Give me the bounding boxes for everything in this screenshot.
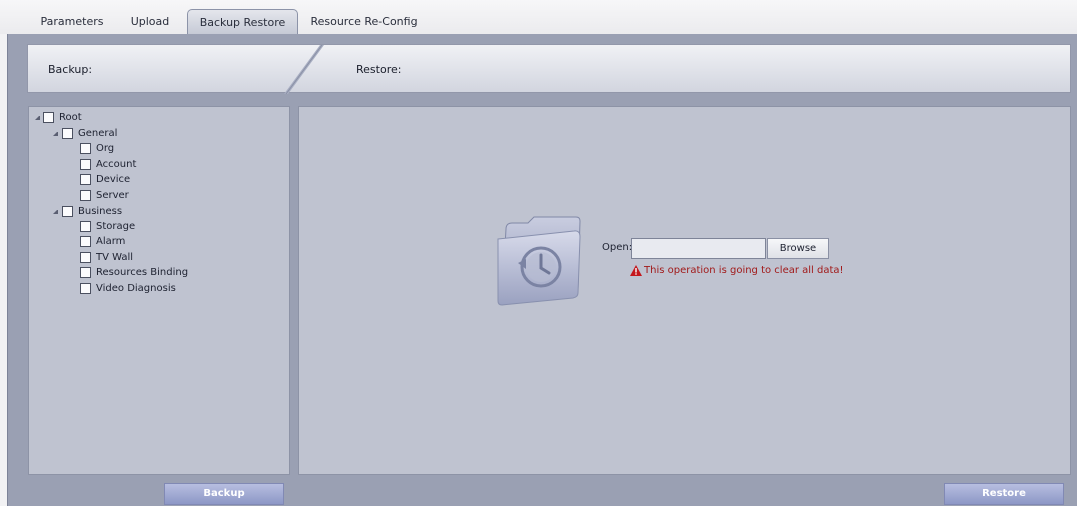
tab-resource-re-config[interactable]: Resource Re-Config	[306, 9, 422, 34]
root-checkbox[interactable]	[43, 112, 54, 123]
expand-arrow-icon[interactable]	[35, 115, 40, 120]
business-checkbox[interactable]	[62, 206, 73, 217]
resources-binding-checkbox[interactable]	[80, 267, 91, 278]
tree-node-label: Storage	[96, 221, 136, 232]
backup-section-title: Backup:	[48, 63, 93, 76]
warning-message: This operation is going to clear all dat…	[644, 265, 844, 276]
open-label: Open:	[602, 242, 633, 253]
backup-button[interactable]: Backup	[164, 483, 284, 505]
storage-checkbox[interactable]	[80, 221, 91, 232]
restore-file-path-input[interactable]	[631, 238, 766, 259]
restore-section-title: Restore:	[356, 63, 402, 76]
tab-bar: Parameters Upload Backup Restore Resourc…	[0, 0, 1077, 34]
tab-backup-restore[interactable]: Backup Restore	[187, 9, 298, 34]
warning-triangle-icon	[630, 265, 642, 276]
section-header: Backup: Restore:	[27, 44, 1071, 94]
tree-node-label: Alarm	[96, 236, 126, 247]
tree-node-label: Device	[96, 174, 131, 185]
tab-parameters[interactable]: Parameters	[30, 9, 114, 34]
expand-arrow-icon[interactable]	[53, 209, 58, 214]
tv-wall-checkbox[interactable]	[80, 252, 91, 263]
device-checkbox[interactable]	[80, 174, 91, 185]
org-checkbox[interactable]	[80, 143, 91, 154]
backup-tree-panel: Root General Org Account Device Server B…	[28, 106, 290, 475]
header-divider	[284, 45, 324, 94]
server-checkbox[interactable]	[80, 190, 91, 201]
tab-upload[interactable]: Upload	[118, 9, 182, 34]
video-diagnosis-checkbox[interactable]	[80, 283, 91, 294]
tree-node-label: Business	[78, 206, 123, 217]
tree-node-label: Account	[96, 159, 137, 170]
tree-node-label: Resources Binding	[96, 267, 189, 278]
tree-node-label: Root	[59, 112, 82, 123]
tree-node-label: Video Diagnosis	[96, 283, 176, 294]
account-checkbox[interactable]	[80, 159, 91, 170]
general-checkbox[interactable]	[62, 128, 73, 139]
browse-button[interactable]: Browse	[767, 238, 829, 259]
tree-node-label: General	[78, 128, 118, 139]
restore-panel: Open: Browse This operation is going to …	[298, 106, 1071, 475]
expand-arrow-icon[interactable]	[53, 131, 58, 136]
tree-node-label: Server	[96, 190, 129, 201]
tree-node-label: TV Wall	[96, 252, 134, 263]
tree-node-label: Org	[96, 143, 115, 154]
backup-restore-panel: Backup: Restore: Root General Org Accoun…	[7, 34, 1077, 506]
backup-history-folder-icon	[497, 216, 581, 306]
restore-button[interactable]: Restore	[944, 483, 1064, 505]
alarm-checkbox[interactable]	[80, 236, 91, 247]
